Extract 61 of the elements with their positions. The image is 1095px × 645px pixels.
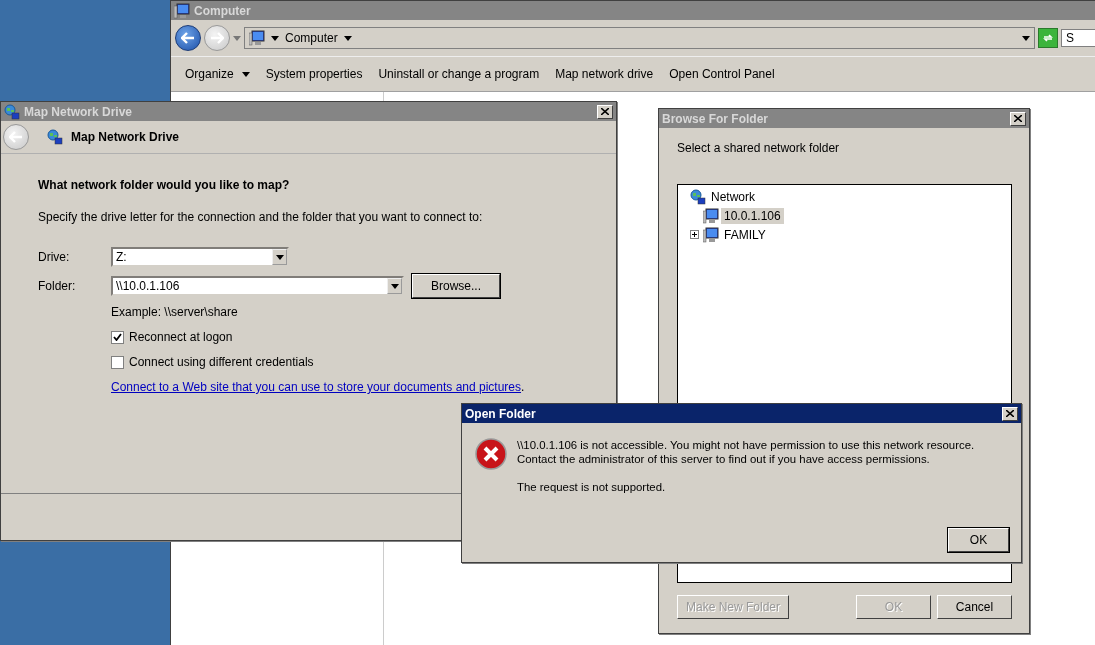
toolbar-button[interactable]: System properties [257, 62, 371, 86]
instruction-text: Specify the drive letter for the connection and the folder that you want to connect to: [38, 210, 484, 224]
toolbar-button[interactable]: Open Control Panel [661, 62, 783, 86]
close-icon [1006, 410, 1014, 417]
address-bar[interactable]: Computer [244, 27, 1035, 49]
network-drive-icon [47, 129, 63, 145]
window-title: Map Network Drive [24, 104, 133, 119]
folder-dropdown[interactable]: \\10.0.1.106 [111, 276, 404, 296]
window-title: Browse For Folder [662, 111, 768, 126]
checkbox-option[interactable]: Reconnect at logon [111, 330, 616, 344]
field-label: Drive: [38, 250, 71, 264]
close-button[interactable] [597, 104, 613, 119]
caret-icon [390, 283, 399, 289]
close-button[interactable] [1010, 111, 1026, 126]
caret-icon [271, 35, 279, 41]
back-button[interactable] [175, 25, 201, 51]
ok-button[interactable]: OK [948, 528, 1009, 552]
left-arrow-icon [9, 131, 23, 143]
refresh-icon [1042, 32, 1054, 44]
close-icon [601, 108, 609, 115]
field-label: Folder: [38, 279, 77, 293]
network-icon [690, 188, 706, 205]
toolbar-button[interactable]: Uninstall or change a program [370, 62, 548, 86]
left-arrow-icon [181, 32, 195, 44]
link-sentence: Connect to a Web site that you can use to store your documents and pictures. [111, 380, 526, 394]
drive-dropdown[interactable]: Z: [111, 247, 289, 267]
error-icon [475, 438, 507, 470]
refresh-button[interactable] [1038, 28, 1058, 48]
checkbox-option[interactable]: Connect using different credentials [111, 355, 616, 369]
close-icon [1014, 115, 1022, 122]
checkbox[interactable] [111, 355, 124, 369]
web-site-link[interactable]: Connect to a Web site that you can use to store your documents and pictures [111, 380, 521, 394]
checkbox[interactable] [111, 330, 124, 344]
tree-item[interactable]: FAMILY [721, 226, 769, 243]
tree-item[interactable]: Network [708, 188, 758, 205]
right-arrow-icon [210, 32, 224, 44]
toolbar-button[interactable]: Organize [177, 62, 258, 86]
computer-icon [174, 2, 190, 19]
prompt-text: Select a shared network folder [677, 141, 841, 155]
toolbar-button[interactable]: Map network drive [547, 62, 662, 86]
browse-button[interactable]: Browse... [412, 274, 500, 298]
computer-icon [703, 207, 719, 224]
error-message: \\10.0.1.106 is not accessible. You might not have permission to use this network resource. Contact the administrator of this server to find out if you have access permissions. [517, 438, 976, 466]
dialog-heading: What network folder would you like to map? [38, 178, 291, 192]
network-drive-icon [4, 103, 20, 120]
caret-icon [275, 254, 284, 260]
error-detail: The request is not supported. [517, 480, 667, 494]
caret-icon [1022, 35, 1030, 41]
example-text: Example: \\server\share [111, 305, 239, 319]
expand-icon[interactable] [690, 230, 699, 239]
dialog-header: Map Network Drive [71, 130, 180, 144]
computer-icon [703, 226, 719, 243]
dialog-button[interactable]: Cancel [937, 595, 1012, 619]
search-field[interactable]: S [1061, 29, 1095, 47]
caret-icon [343, 35, 352, 41]
close-button[interactable] [1002, 406, 1018, 421]
window-title: Computer [194, 3, 251, 18]
caret-icon [233, 35, 241, 41]
window-title: Open Folder [465, 406, 536, 421]
computer-icon [249, 30, 265, 46]
tree-item[interactable]: 10.0.1.106 [721, 207, 784, 224]
